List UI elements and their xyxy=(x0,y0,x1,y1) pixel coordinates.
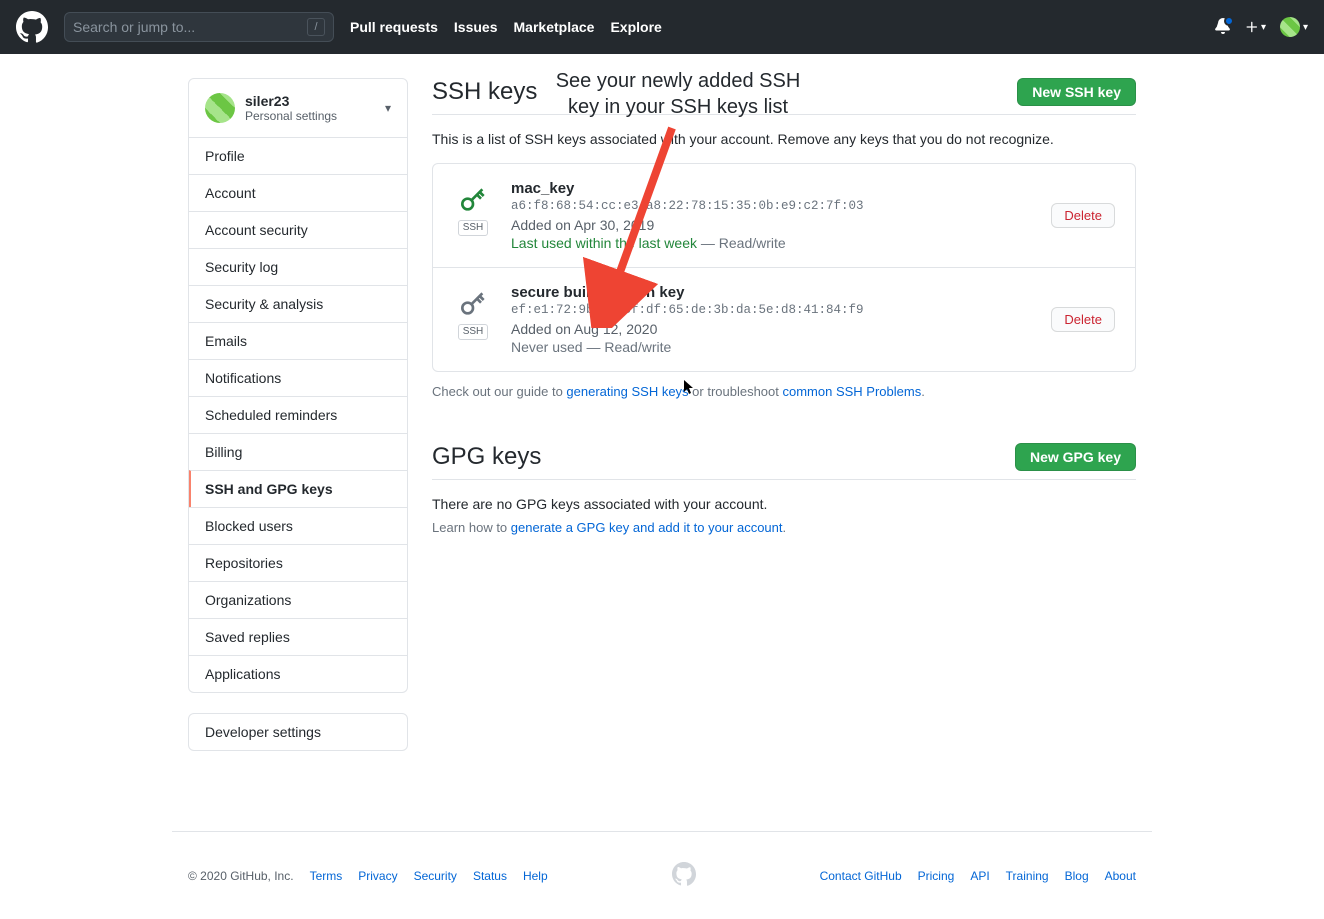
sidebar-item-account-security[interactable]: Account security xyxy=(189,211,407,248)
ssh-subhead: SSH keys New SSH key xyxy=(432,78,1136,115)
sidebar-item-developer-settings[interactable]: Developer settings xyxy=(189,714,407,750)
caret-down-icon: ▾ xyxy=(385,101,391,115)
caret-down-icon: ▾ xyxy=(1261,22,1266,33)
new-ssh-key-button[interactable]: New SSH key xyxy=(1017,78,1136,106)
footer-link-security[interactable]: Security xyxy=(414,869,457,883)
footer-link-api[interactable]: API xyxy=(970,869,989,883)
caret-down-icon: ▾ xyxy=(1303,22,1308,33)
delete-key-button[interactable]: Delete xyxy=(1051,307,1115,332)
key-icon: SSH xyxy=(449,288,497,340)
ssh-key-list: SSH mac_key a6:f8:68:54:cc:e3:a8:22:78:15:… xyxy=(432,163,1136,372)
delete-key-button[interactable]: Delete xyxy=(1051,203,1115,228)
search-box[interactable]: / xyxy=(64,12,334,42)
sidebar-item-security-log[interactable]: Security log xyxy=(189,248,407,285)
footer-link-training[interactable]: Training xyxy=(1006,869,1049,883)
gpg-subhead: GPG keys New GPG key xyxy=(432,443,1136,480)
sidebar-item-organizations[interactable]: Organizations xyxy=(189,581,407,618)
github-logo[interactable] xyxy=(16,11,48,43)
main-content: SSH keys New SSH key This is a list of S… xyxy=(432,78,1136,751)
key-added: Added on Apr 30, 2019 xyxy=(511,217,1037,233)
common-ssh-problems-link[interactable]: common SSH Problems xyxy=(783,384,922,399)
account-switcher[interactable]: siler23 Personal settings ▾ xyxy=(188,78,408,138)
key-type-badge: SSH xyxy=(458,220,489,236)
ssh-guide: Check out our guide to generating SSH ke… xyxy=(432,384,1136,399)
ssh-heading: SSH keys xyxy=(432,78,537,106)
footer-link-about[interactable]: About xyxy=(1105,869,1136,883)
global-header: / Pull requests Issues Marketplace Explo… xyxy=(0,0,1324,54)
footer-link-contact-github[interactable]: Contact GitHub xyxy=(820,869,902,883)
footer-link-blog[interactable]: Blog xyxy=(1065,869,1089,883)
user-menu[interactable]: ▾ xyxy=(1280,17,1308,37)
key-fingerprint: a6:f8:68:54:cc:e3:a8:22:78:15:35:0b:e9:c… xyxy=(511,199,1037,213)
sidebar-item-billing[interactable]: Billing xyxy=(189,433,407,470)
sidebar-item-emails[interactable]: Emails xyxy=(189,322,407,359)
key-last-used: Never used — Read/write xyxy=(511,339,1037,355)
settings-menu: ProfileAccountAccount securitySecurity l… xyxy=(188,138,408,693)
footer-right-links: Contact GitHub Pricing API Training Blog Abou… xyxy=(820,869,1136,883)
generate-gpg-key-link[interactable]: generate a GPG key and add it to your ac… xyxy=(511,520,783,535)
notification-dot-icon xyxy=(1224,16,1234,26)
key-fingerprint: ef:e1:72:9b:e8:5f:df:65:de:3b:da:5e:d8:4… xyxy=(511,303,1037,317)
search-input[interactable] xyxy=(73,19,307,35)
sidebar-item-blocked-users[interactable]: Blocked users xyxy=(189,507,407,544)
footer-link-pricing[interactable]: Pricing xyxy=(918,869,955,883)
settings-sidebar: siler23 Personal settings ▾ ProfileAccou… xyxy=(188,78,408,751)
sidebar-item-ssh-and-gpg-keys[interactable]: SSH and GPG keys xyxy=(189,470,407,507)
sidebar-item-scheduled-reminders[interactable]: Scheduled reminders xyxy=(189,396,407,433)
generating-ssh-keys-link[interactable]: generating SSH keys xyxy=(566,384,688,399)
key-added: Added on Aug 12, 2020 xyxy=(511,321,1037,337)
copyright: © 2020 GitHub, Inc. xyxy=(188,869,294,883)
avatar-icon xyxy=(1280,17,1300,37)
nav-issues[interactable]: Issues xyxy=(454,19,498,35)
key-name: secure build lab ssh key xyxy=(511,284,1037,301)
nav-explore[interactable]: Explore xyxy=(610,19,661,35)
context-label: Personal settings xyxy=(245,109,337,123)
gpg-learn: Learn how to generate a GPG key and add … xyxy=(432,520,1136,535)
top-nav: Pull requests Issues Marketplace Explore xyxy=(350,19,662,35)
sidebar-item-security-analysis[interactable]: Security & analysis xyxy=(189,285,407,322)
ssh-key-item: SSH secure build lab ssh key ef:e1:72:9b:e… xyxy=(433,267,1135,371)
gpg-heading: GPG keys xyxy=(432,443,541,471)
footer-link-terms[interactable]: Terms xyxy=(310,869,343,883)
key-type-badge: SSH xyxy=(458,324,489,340)
site-footer: © 2020 GitHub, Inc. Terms Privacy Security… xyxy=(172,831,1152,889)
sidebar-item-notifications[interactable]: Notifications xyxy=(189,359,407,396)
footer-link-help[interactable]: Help xyxy=(523,869,548,883)
sidebar-item-applications[interactable]: Applications xyxy=(189,655,407,692)
slash-key-icon: / xyxy=(307,18,325,36)
github-mark-icon xyxy=(672,862,696,889)
gpg-empty: There are no GPG keys associated with yo… xyxy=(432,496,1136,512)
ssh-description: This is a list of SSH keys associated wi… xyxy=(432,131,1136,147)
footer-left-links: Terms Privacy Security Status Help xyxy=(310,869,548,883)
nav-marketplace[interactable]: Marketplace xyxy=(514,19,595,35)
footer-link-status[interactable]: Status xyxy=(473,869,507,883)
sidebar-item-saved-replies[interactable]: Saved replies xyxy=(189,618,407,655)
create-menu[interactable]: ▾ xyxy=(1245,20,1266,34)
username: siler23 xyxy=(245,93,337,109)
key-name: mac_key xyxy=(511,180,1037,197)
key-last-used: Last used within the last week — Read/wr… xyxy=(511,235,1037,251)
notifications-icon[interactable] xyxy=(1215,18,1231,37)
avatar-icon xyxy=(205,93,235,123)
ssh-key-item: SSH mac_key a6:f8:68:54:cc:e3:a8:22:78:15:… xyxy=(433,164,1135,267)
sidebar-item-account[interactable]: Account xyxy=(189,174,407,211)
new-gpg-key-button[interactable]: New GPG key xyxy=(1015,443,1136,471)
footer-link-privacy[interactable]: Privacy xyxy=(358,869,397,883)
key-icon: SSH xyxy=(449,184,497,236)
nav-pull-requests[interactable]: Pull requests xyxy=(350,19,438,35)
sidebar-item-profile[interactable]: Profile xyxy=(189,138,407,174)
sidebar-item-repositories[interactable]: Repositories xyxy=(189,544,407,581)
